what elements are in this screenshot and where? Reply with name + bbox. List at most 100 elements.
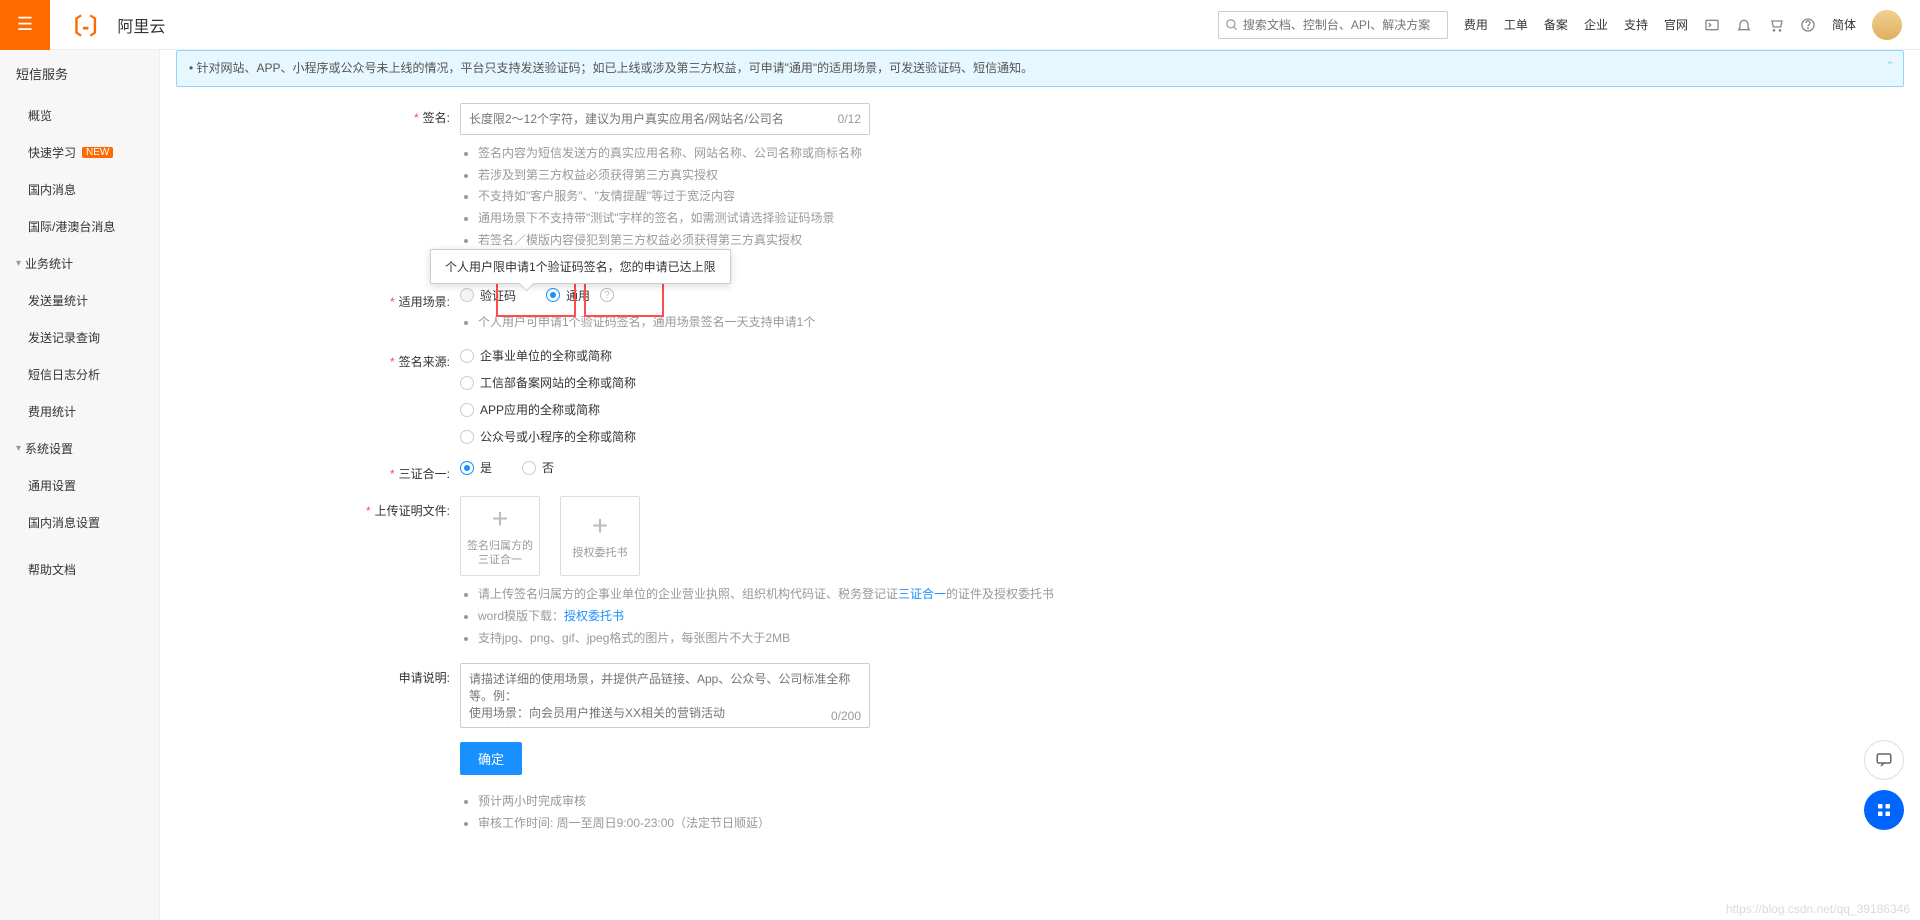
link-auth-doc[interactable]: 授权委托书 — [564, 609, 624, 623]
label-upload: 上传证明文件: — [340, 496, 460, 649]
upload-box-auth[interactable]: + 授权委托书 — [560, 496, 640, 576]
radio-source-3[interactable]: 公众号或小程序的全称或简称 — [460, 428, 1120, 445]
upload-box-cert[interactable]: + 签名归属方的三证合一 — [460, 496, 540, 576]
search-input[interactable] — [1243, 18, 1441, 32]
help-circle-icon[interactable]: ? — [600, 288, 614, 302]
row-source: 签名来源: 企事业单位的全称或简称 工信部备案网站的全称或简称 APP应用的全称… — [340, 347, 1120, 445]
nav-website[interactable]: 官网 — [1664, 16, 1688, 33]
radio-source-2[interactable]: APP应用的全称或简称 — [460, 401, 1120, 418]
sidebar-item-quickstart[interactable]: 快速学习 NEW — [0, 134, 159, 171]
radio-circle-icon — [460, 376, 474, 390]
sidebar-item-smslog[interactable]: 短信日志分析 — [0, 356, 159, 393]
row-upload: 上传证明文件: + 签名归属方的三证合一 + 授权委托书 请上传签名归属方的 — [340, 496, 1120, 649]
cloud-shell-icon[interactable] — [1704, 17, 1720, 33]
submit-button[interactable]: 确定 — [460, 742, 522, 775]
radio-label: 公众号或小程序的全称或简称 — [480, 428, 636, 445]
watermark: https://blog.csdn.net/qq_39186346 — [1726, 902, 1910, 916]
sidebar-section-stats[interactable]: ▾ 业务统计 — [0, 245, 159, 282]
nav-ticket[interactable]: 工单 — [1504, 16, 1528, 33]
three-radio-group: 是 否 — [460, 459, 1120, 476]
row-signature: 签名: 0/12 签名内容为短信发送方的真实应用名称、网站名称、公司名称或商标名… — [340, 103, 1120, 273]
radio-circle-icon — [460, 349, 474, 363]
sidebar-item-overview[interactable]: 概览 — [0, 97, 159, 134]
radio-three-no[interactable]: 否 — [522, 459, 554, 476]
nav-icp[interactable]: 备案 — [1544, 16, 1568, 33]
sidebar-item-help[interactable]: 帮助文档 — [0, 551, 159, 588]
radio-general[interactable]: 通用 ? — [546, 287, 614, 304]
lang-switch[interactable]: 简体 — [1832, 16, 1856, 33]
search-input-wrap[interactable] — [1218, 11, 1448, 39]
radio-label: 否 — [542, 459, 554, 476]
sidebar-item-intl[interactable]: 国际/港澳台消息 — [0, 208, 159, 245]
radio-source-0[interactable]: 企事业单位的全称或简称 — [460, 347, 1120, 364]
caret-down-icon: ▾ — [16, 443, 21, 454]
sidebar-section-label: 系统设置 — [25, 440, 73, 457]
scene-tooltip: 个人用户限申请1个验证码签名，您的申请已达上限 — [430, 249, 731, 284]
signature-input[interactable] — [461, 104, 869, 134]
cart-icon[interactable] — [1768, 17, 1784, 33]
hint-item: 若涉及到第三方权益必须获得第三方真实授权 — [478, 165, 1120, 187]
signature-input-wrap: 0/12 — [460, 103, 870, 135]
plus-icon: + — [492, 505, 508, 533]
row-submit: 确定 预计两小时完成审核 审核工作时间: 周一至周日9:00-23:00（法定节… — [340, 742, 1120, 834]
footer-hints: 预计两小时完成审核 审核工作时间: 周一至周日9:00-23:00（法定节日顺延… — [478, 791, 1120, 834]
row-scene: 个人用户限申请1个验证码签名，您的申请已达上限 适用场景: 验证码 通用 — [340, 287, 1120, 334]
tooltip-text: 个人用户限申请1个验证码签名，您的申请已达上限 — [445, 260, 716, 274]
avatar[interactable] — [1872, 10, 1902, 40]
hint-item: 审核工作时间: 周一至周日9:00-23:00（法定节日顺延） — [478, 813, 1120, 835]
upload-hints: 请上传签名归属方的企事业单位的企业营业执照、组织机构代码证、税务登记证三证合一的… — [478, 584, 1120, 649]
desc-counter: 0/200 — [831, 709, 861, 723]
float-apps-button[interactable] — [1864, 790, 1904, 830]
menu-toggle[interactable]: ☰ — [0, 0, 50, 50]
info-banner: • 针对网站、APP、小程序或公众号未上线的情况，平台只支持发送验证码；如已上线… — [176, 50, 1904, 87]
hint-item: 预计两小时完成审核 — [478, 791, 1120, 813]
radio-circle-icon — [460, 430, 474, 444]
scene-radio-group: 验证码 通用 ? — [460, 287, 1120, 304]
desc-textarea-wrap: 0/200 — [460, 663, 870, 728]
label-source: 签名来源: — [340, 347, 460, 445]
hint-item: 不支持如"客户服务"、"友情提醒"等过于宽泛内容 — [478, 186, 1120, 208]
upload-label: 签名归属方的三证合一 — [467, 539, 533, 568]
row-three: 三证合一: 是 否 — [340, 459, 1120, 482]
radio-three-yes[interactable]: 是 — [460, 459, 492, 476]
sidebar-item-label: 快速学习 — [28, 144, 76, 161]
sidebar-item-domestic[interactable]: 国内消息 — [0, 171, 159, 208]
sidebar-section-label: 业务统计 — [25, 255, 73, 272]
help-icon[interactable] — [1800, 17, 1816, 33]
caret-down-icon: ▾ — [16, 258, 21, 269]
brand-text: 阿里云 — [117, 13, 165, 37]
hint-item: 支持jpg、png、gif、jpeg格式的图片，每张图片不大于2MB — [478, 628, 1120, 650]
sidebar-title: 短信服务 — [0, 50, 159, 97]
radio-verify[interactable]: 验证码 — [460, 287, 516, 304]
sidebar-item-domestic-settings[interactable]: 国内消息设置 — [0, 504, 159, 541]
header-right: 费用 工单 备案 企业 支持 官网 简体 — [1218, 10, 1920, 40]
sidebar-section-settings[interactable]: ▾ 系统设置 — [0, 430, 159, 467]
sidebar-item-coststats[interactable]: 费用统计 — [0, 393, 159, 430]
sidebar-item-sendrecord[interactable]: 发送记录查询 — [0, 319, 159, 356]
radio-label: 是 — [480, 459, 492, 476]
main-content: • 针对网站、APP、小程序或公众号未上线的情况，平台只支持发送验证码；如已上线… — [160, 50, 1920, 920]
radio-label: 工信部备案网站的全称或简称 — [480, 374, 636, 391]
hint-item: 若签名／模版内容侵犯到第三方权益必须获得第三方真实授权 — [478, 230, 1120, 252]
row-desc: 申请说明: 0/200 — [340, 663, 1120, 728]
new-badge: NEW — [82, 147, 113, 158]
radio-label: 验证码 — [480, 287, 516, 304]
desc-textarea[interactable] — [461, 664, 869, 724]
float-chat-button[interactable] — [1864, 740, 1904, 780]
hint-item: 签名内容为短信发送方的真实应用名称、网站名称、公司名称或商标名称 — [478, 143, 1120, 165]
hint-item: 通用场景下不支持带"测试"字样的签名，如需测试请选择验证码场景 — [478, 208, 1120, 230]
nav-support[interactable]: 支持 — [1624, 16, 1648, 33]
link-three-cert[interactable]: 三证合一 — [898, 587, 946, 601]
scene-hints: 个人用户可申请1个验证码签名，通用场景签名一天支持申请1个 — [478, 312, 1120, 334]
radio-circle-icon — [460, 403, 474, 417]
nav-cost[interactable]: 费用 — [1464, 16, 1488, 33]
brand-logo[interactable]: 〔-〕 阿里云 — [60, 9, 165, 41]
upload-label: 授权委托书 — [573, 546, 628, 560]
sidebar-item-general[interactable]: 通用设置 — [0, 467, 159, 504]
nav-enterprise[interactable]: 企业 — [1584, 16, 1608, 33]
sidebar-item-sendstats[interactable]: 发送量统计 — [0, 282, 159, 319]
radio-source-1[interactable]: 工信部备案网站的全称或简称 — [460, 374, 1120, 391]
label-signature: 签名: — [340, 103, 460, 273]
banner-close-icon[interactable]: ⌃ — [1885, 57, 1895, 76]
bell-icon[interactable] — [1736, 17, 1752, 33]
